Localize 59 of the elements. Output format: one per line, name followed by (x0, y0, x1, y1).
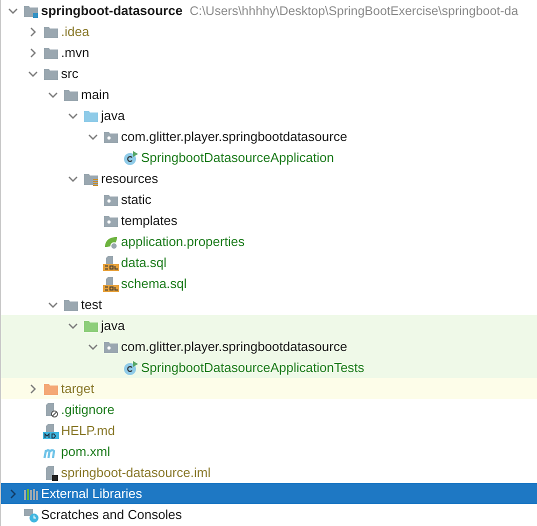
item-label: java (101, 108, 125, 123)
module-file-icon (43, 464, 59, 480)
scratches-icon (23, 506, 39, 522)
tree-row[interactable]: pom.xml (1, 441, 537, 462)
tree-row[interactable]: java (1, 315, 537, 336)
tree-row[interactable]: External Libraries (1, 483, 537, 504)
tree-row[interactable]: application.properties (1, 231, 537, 252)
sql-file-icon (103, 276, 119, 292)
tree-row[interactable]: Scratches and Consoles (1, 504, 537, 525)
item-label: SpringbootDatasourceApplicationTests (141, 360, 364, 375)
tree-row[interactable]: main (1, 84, 537, 105)
item-label: SpringbootDatasourceApplication (141, 150, 334, 165)
item-label: java (101, 318, 125, 333)
item-label: data.sql (121, 255, 167, 270)
tree-row[interactable]: com.glitter.player.springbootdatasource (1, 336, 537, 357)
item-label: External Libraries (41, 486, 142, 501)
tree-row[interactable]: .gitignore (1, 399, 537, 420)
tree-row[interactable]: springboot-datasource C:\Users\hhhhy\Desktop\SpringBootExercise\springboot-da (1, 0, 537, 21)
item-label: pom.xml (61, 444, 110, 459)
sql-file-icon (103, 254, 119, 270)
tree-row[interactable]: HELP.md (1, 420, 537, 441)
tree-row[interactable]: SpringbootDatasourceApplicationTests (1, 357, 537, 378)
tree-row[interactable]: springboot-datasource.iml (1, 462, 537, 483)
tree-row[interactable]: data.sql (1, 252, 537, 273)
item-label: springboot-datasource (41, 3, 183, 18)
item-label: .gitignore (61, 402, 114, 417)
item-label: main (81, 87, 110, 102)
tree-row[interactable]: java (1, 105, 537, 126)
item-label: static (121, 192, 152, 207)
item-label: resources (101, 171, 158, 186)
markdown-file-icon (43, 422, 59, 438)
item-label: src (61, 66, 78, 81)
tree-row[interactable]: .mvn (1, 42, 537, 63)
tree-row[interactable]: com.glitter.player.springbootdatasource (1, 126, 537, 147)
item-label: templates (121, 213, 178, 228)
item-label: com.glitter.player.springbootdatasource (121, 129, 348, 144)
item-label: target (61, 381, 94, 396)
item-label: schema.sql (121, 276, 187, 291)
item-label: Scratches and Consoles (41, 507, 182, 522)
item-label: HELP.md (61, 423, 115, 438)
item-label: com.glitter.player.springbootdatasource (121, 339, 348, 354)
tree-row[interactable]: static (1, 189, 537, 210)
tree-row[interactable]: target (1, 378, 537, 399)
tree-row[interactable]: templates (1, 210, 537, 231)
item-label: .idea (61, 24, 90, 39)
item-label: .mvn (61, 45, 90, 60)
ignore-file-icon (43, 402, 59, 418)
tree-row[interactable]: schema.sql (1, 273, 537, 294)
class-icon (123, 150, 139, 166)
item-label: test (81, 297, 102, 312)
tree-row[interactable]: resources (1, 168, 537, 189)
tree-row[interactable]: .idea (1, 21, 537, 42)
class-icon (123, 360, 139, 376)
tree-row[interactable]: src (1, 63, 537, 84)
tree-row[interactable]: test (1, 294, 537, 315)
item-label: springboot-datasource.iml (61, 465, 211, 480)
tree-row[interactable]: SpringbootDatasourceApplication (1, 147, 537, 168)
project-path: C:\Users\hhhhy\Desktop\SpringBootExercise\springboot-da (190, 4, 518, 18)
item-label: application.properties (121, 234, 245, 249)
